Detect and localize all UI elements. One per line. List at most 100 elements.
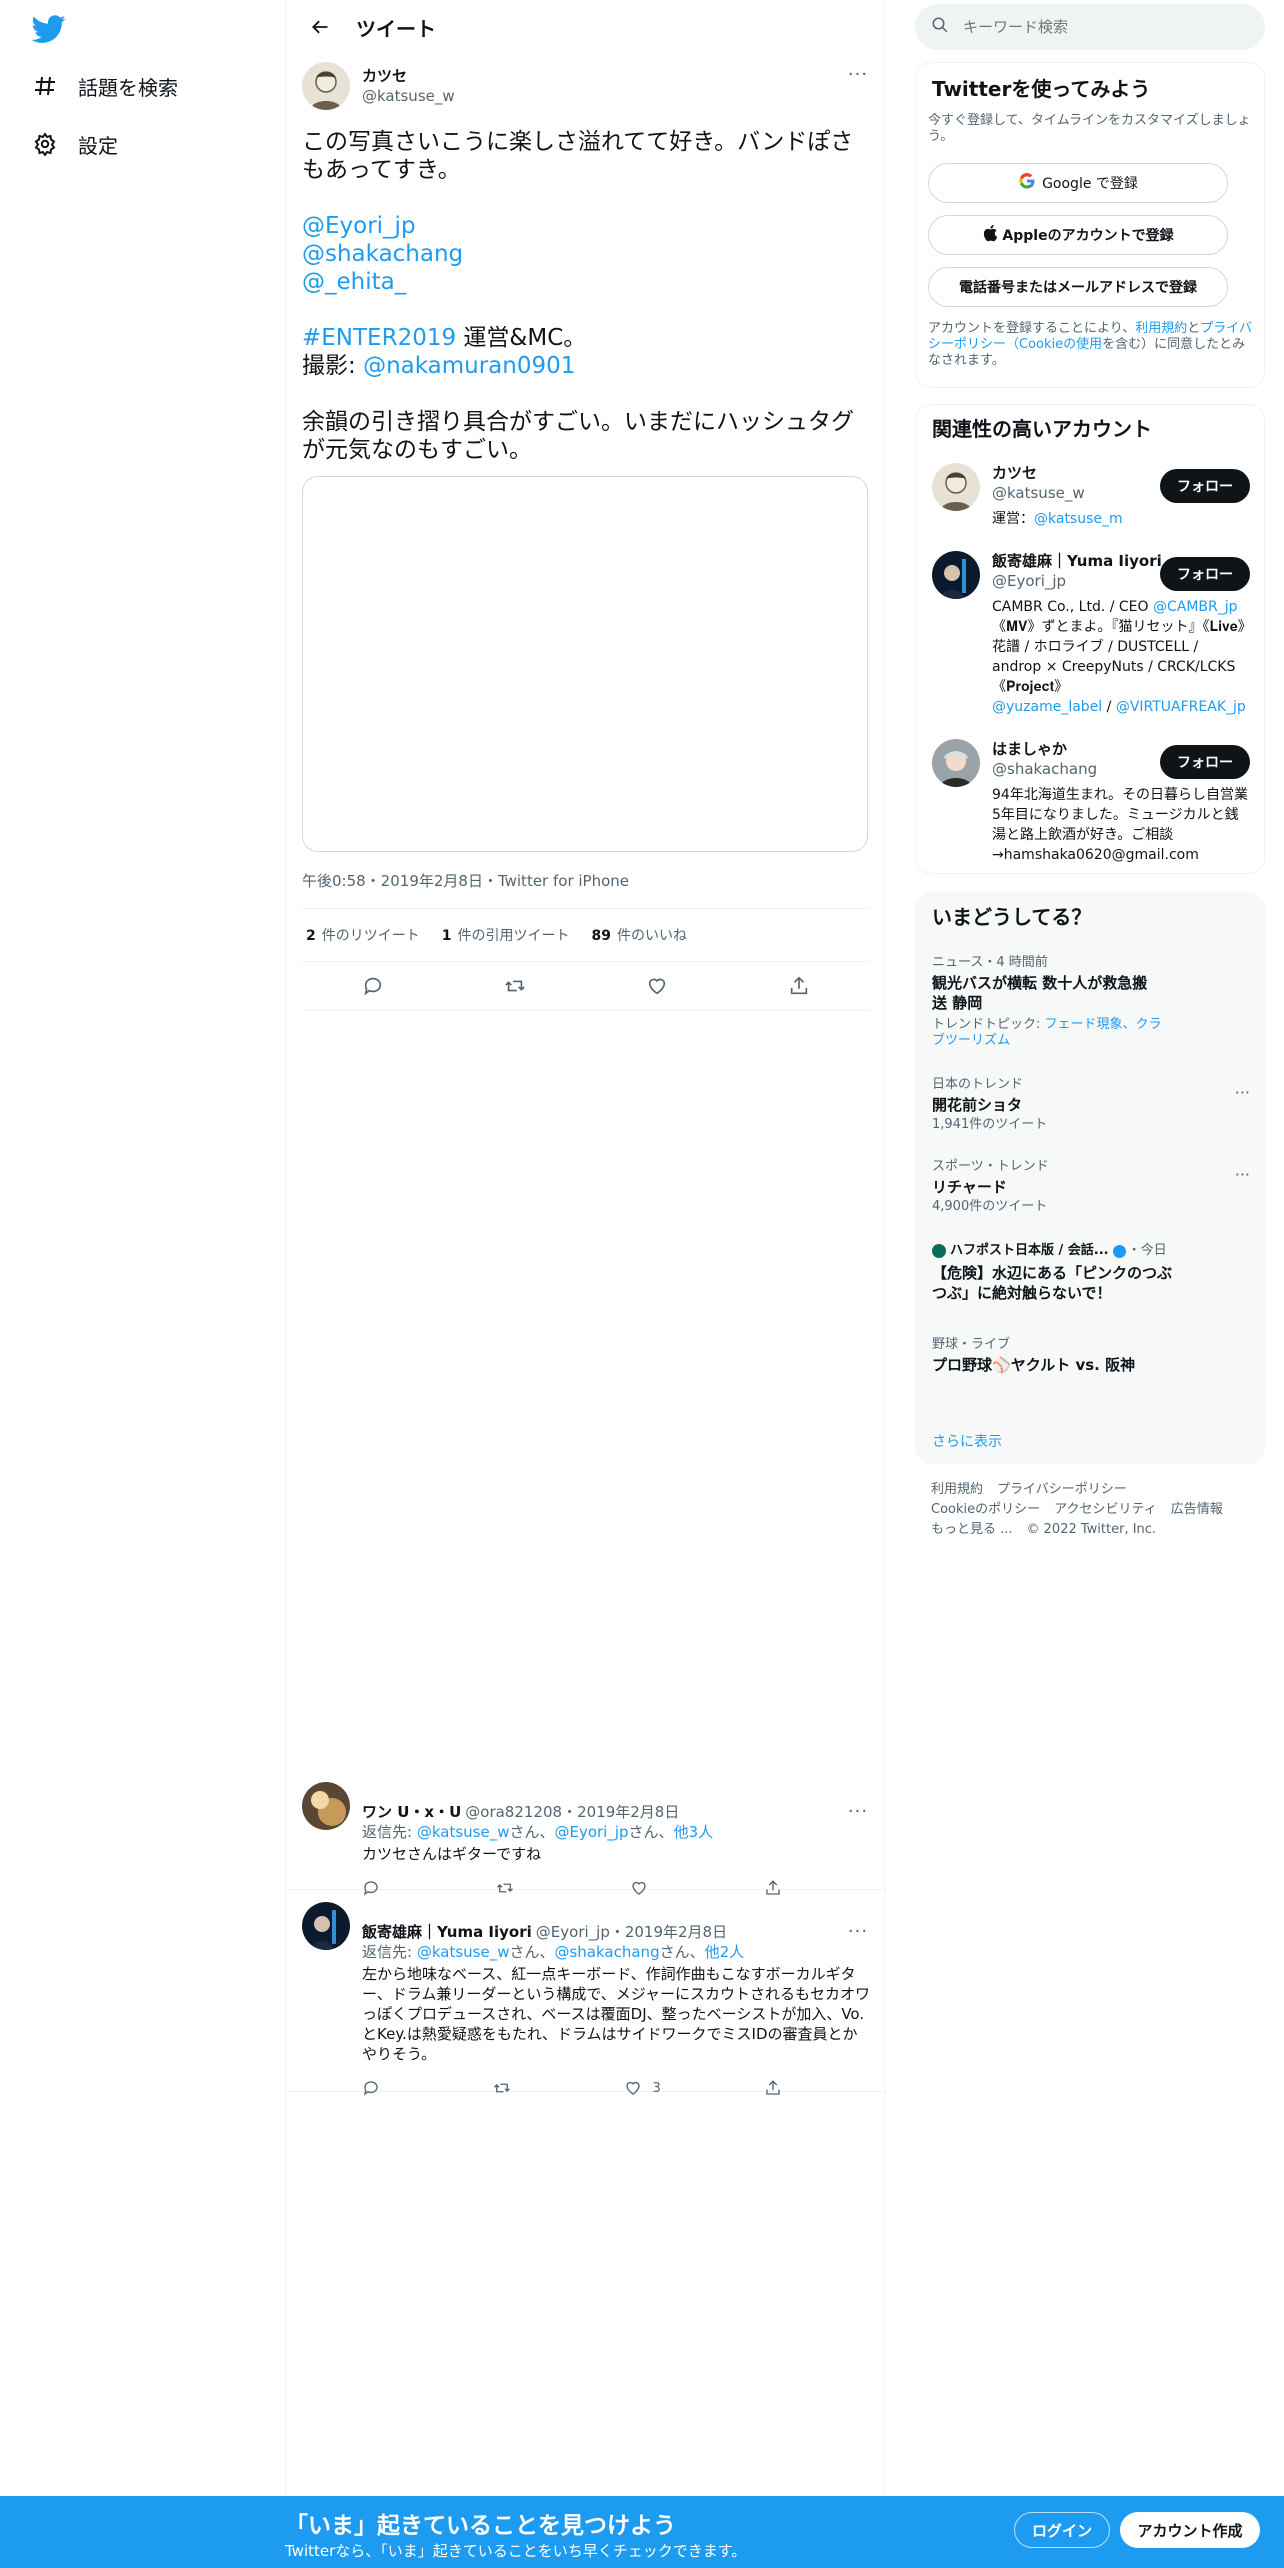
- avatar[interactable]: [302, 1902, 350, 1950]
- trend-source: ハフポスト日本版 / 会話... ・今日: [932, 1243, 1250, 1259]
- signup-subtitle: 今すぐ登録して、タイムラインをカスタマイズしましょう。: [928, 113, 1251, 144]
- account-item[interactable]: はましゃか @shakachang 94年北海道生まれ。その日暮らし自営業5年目…: [932, 739, 1250, 869]
- reply-author-name[interactable]: 飯寄雄麻｜Yuma Iiyori: [362, 1922, 532, 1942]
- footer-link[interactable]: Cookieのポリシー: [931, 1502, 1040, 1517]
- more-options-icon[interactable]: ···: [846, 62, 870, 86]
- avatar[interactable]: [302, 1782, 350, 1830]
- trend-context: 野球・ライブ: [932, 1337, 1011, 1352]
- quotes-stat[interactable]: 1 件の引用ツイート: [442, 925, 570, 945]
- avatar[interactable]: [932, 739, 980, 787]
- trend-count: 4,900件のツイート: [932, 1199, 1048, 1214]
- tweet-media[interactable]: [302, 476, 868, 852]
- left-nav: 話題を検索 設定: [0, 0, 285, 2496]
- account-item[interactable]: 飯寄雄麻｜Yuma Iiyori @Eyori_jp CAMBR Co., Lt…: [932, 551, 1250, 721]
- google-signup-button[interactable]: Google で登録: [928, 163, 1228, 203]
- retweets-stat[interactable]: 2 件のリツイート: [306, 925, 420, 945]
- signup-title: Twitterを使ってみよう: [932, 77, 1151, 101]
- like-heart-icon[interactable]: [639, 968, 675, 1004]
- related-accounts-card: 関連性の高いアカウント カツセ @katsuse_w 運営：@katsuse_m…: [915, 404, 1265, 874]
- reply-handle-date[interactable]: @ora821208・2019年2月8日: [465, 1802, 679, 1822]
- main-tweet: カツセ @katsuse_w ··· この写真さいこうに楽しさ溢れてて好き。バン…: [302, 62, 870, 1011]
- more-options-icon[interactable]: ···: [1235, 1165, 1250, 1184]
- search-input[interactable]: [963, 18, 1243, 36]
- mention-link[interactable]: @katsuse_m: [1034, 511, 1123, 527]
- terms-link[interactable]: 利用規約: [1135, 321, 1187, 336]
- footer-link[interactable]: プライバシーポリシー: [997, 1482, 1127, 1497]
- search-box[interactable]: [915, 4, 1265, 50]
- reply-tweet[interactable]: ワン U・x・U @ora821208・2019年2月8日 ··· 返信先: @…: [286, 1770, 886, 1896]
- bottom-bar-subtitle: Twitterなら、「いま」起きていることをいち早くチェックできます。: [285, 2542, 747, 2560]
- tweet-text-line: 運営&MC。: [456, 325, 587, 351]
- verified-badge-icon: [1112, 1244, 1126, 1258]
- tweet-text: この写真さいこうに楽しさ溢れてて好き。バンドぽさもあってすき。 @Eyori_j…: [302, 128, 870, 464]
- author-name[interactable]: カツセ: [362, 66, 846, 86]
- more-options-icon[interactable]: ···: [1235, 1083, 1250, 1102]
- trend-item[interactable]: ハフポスト日本版 / 会話... ・今日 【危険】水辺にある「ピンクのつぶつぶ」…: [932, 1243, 1250, 1303]
- retweet-icon[interactable]: [493, 2079, 521, 2097]
- trend-item[interactable]: 野球・ライブ プロ野球⚾ヤクルト vs. 阪神: [932, 1337, 1250, 1375]
- mention-link[interactable]: @CAMBR_jp: [1153, 599, 1238, 615]
- reply-actions: 3: [362, 2068, 792, 2108]
- mention-link[interactable]: @nakamuran0901: [363, 353, 575, 379]
- avatar[interactable]: [302, 62, 350, 110]
- like-heart-icon[interactable]: 3: [624, 2079, 661, 2097]
- avatar[interactable]: [932, 463, 980, 511]
- tweet-timestamp[interactable]: 午後0:58・2019年2月8日・Twitter for iPhone: [302, 870, 870, 892]
- back-arrow-icon[interactable]: [302, 9, 338, 45]
- footer-link[interactable]: アクセシビリティ: [1054, 1502, 1157, 1517]
- mention-link[interactable]: @yuzame_label: [992, 699, 1102, 715]
- account-item[interactable]: カツセ @katsuse_w 運営：@katsuse_m フォロー: [932, 463, 1250, 533]
- nav-settings[interactable]: 設定: [32, 124, 118, 164]
- divider: [302, 1010, 870, 1011]
- others-link[interactable]: 他3人: [674, 1823, 714, 1841]
- reply-icon[interactable]: [362, 2079, 390, 2097]
- retweet-icon[interactable]: [497, 968, 533, 1004]
- reply-author-name[interactable]: ワン U・x・U: [362, 1802, 461, 1822]
- source-logo-icon: [932, 1244, 946, 1258]
- share-icon[interactable]: [781, 968, 817, 1004]
- likes-stat[interactable]: 89 件のいいね: [592, 925, 687, 945]
- tweet-actions: [302, 962, 870, 1010]
- mention-link[interactable]: @shakachang: [554, 1943, 659, 1961]
- hashtag-icon: [32, 73, 58, 99]
- show-more-link[interactable]: さらに表示: [932, 1431, 1002, 1451]
- footer-link[interactable]: 広告情報: [1171, 1502, 1223, 1517]
- nav-explore[interactable]: 話題を検索: [32, 66, 178, 106]
- follow-button[interactable]: フォロー: [1160, 557, 1250, 591]
- follow-button[interactable]: フォロー: [1160, 469, 1250, 503]
- more-options-icon[interactable]: ···: [846, 1800, 870, 1824]
- reply-icon[interactable]: [355, 968, 391, 1004]
- tweet-stats: 2 件のリツイート 1 件の引用ツイート 89 件のいいね: [302, 909, 870, 961]
- mention-link[interactable]: @VIRTUAFREAK_jp: [1116, 699, 1246, 715]
- hashtag-link[interactable]: #ENTER2019: [302, 325, 456, 351]
- follow-button[interactable]: フォロー: [1160, 745, 1250, 779]
- photo-credit-prefix: 撮影:: [302, 353, 364, 379]
- apple-signup-label: Appleのアカウントで登録: [1002, 228, 1174, 244]
- phone-email-signup-button[interactable]: 電話番号またはメールアドレスで登録: [928, 267, 1228, 307]
- signup-button[interactable]: アカウント作成: [1120, 2512, 1260, 2548]
- mention-link[interactable]: @katsuse_w: [417, 1823, 510, 1841]
- mention-link[interactable]: @_ehita_: [302, 269, 406, 295]
- others-link[interactable]: 他2人: [705, 1943, 745, 1961]
- reply-handle-date[interactable]: @Eyori_jp・2019年2月8日: [536, 1922, 727, 1942]
- trend-title: 【危険】水辺にある「ピンクのつぶつぶ」に絶対触らないで！: [932, 1264, 1173, 1302]
- footer-link[interactable]: 利用規約: [931, 1482, 983, 1497]
- mention-link[interactable]: @Eyori_jp: [554, 1823, 628, 1841]
- login-button[interactable]: ログイン: [1014, 2512, 1110, 2548]
- google-icon: [1018, 172, 1036, 194]
- avatar[interactable]: [932, 551, 980, 599]
- trend-item[interactable]: 日本のトレンド 開花前ショタ 1,941件のツイート ···: [932, 1077, 1250, 1133]
- author-handle[interactable]: @katsuse_w: [362, 86, 846, 106]
- mention-link[interactable]: @Eyori_jp: [302, 213, 416, 239]
- reply-tweet[interactable]: 飯寄雄麻｜Yuma Iiyori @Eyori_jp・2019年2月8日 ···…: [286, 1890, 886, 2096]
- footer-more-link[interactable]: もっと見る ...: [931, 1522, 1013, 1537]
- trend-item[interactable]: ニュース・4 時間前 観光バスが横転 数十人が救急搬送 静岡 トレンドトピック:…: [932, 955, 1250, 1049]
- mention-link[interactable]: @shakachang: [302, 241, 463, 267]
- trend-item[interactable]: スポーツ・トレンド リチャード 4,900件のツイート ···: [932, 1159, 1250, 1215]
- mention-link[interactable]: @katsuse_w: [417, 1943, 510, 1961]
- twitter-logo-icon[interactable]: [31, 12, 66, 46]
- more-options-icon[interactable]: ···: [846, 1920, 870, 1944]
- apple-signup-button[interactable]: Appleのアカウントで登録: [928, 215, 1228, 255]
- search-icon: [931, 16, 949, 38]
- share-icon[interactable]: [764, 2079, 792, 2097]
